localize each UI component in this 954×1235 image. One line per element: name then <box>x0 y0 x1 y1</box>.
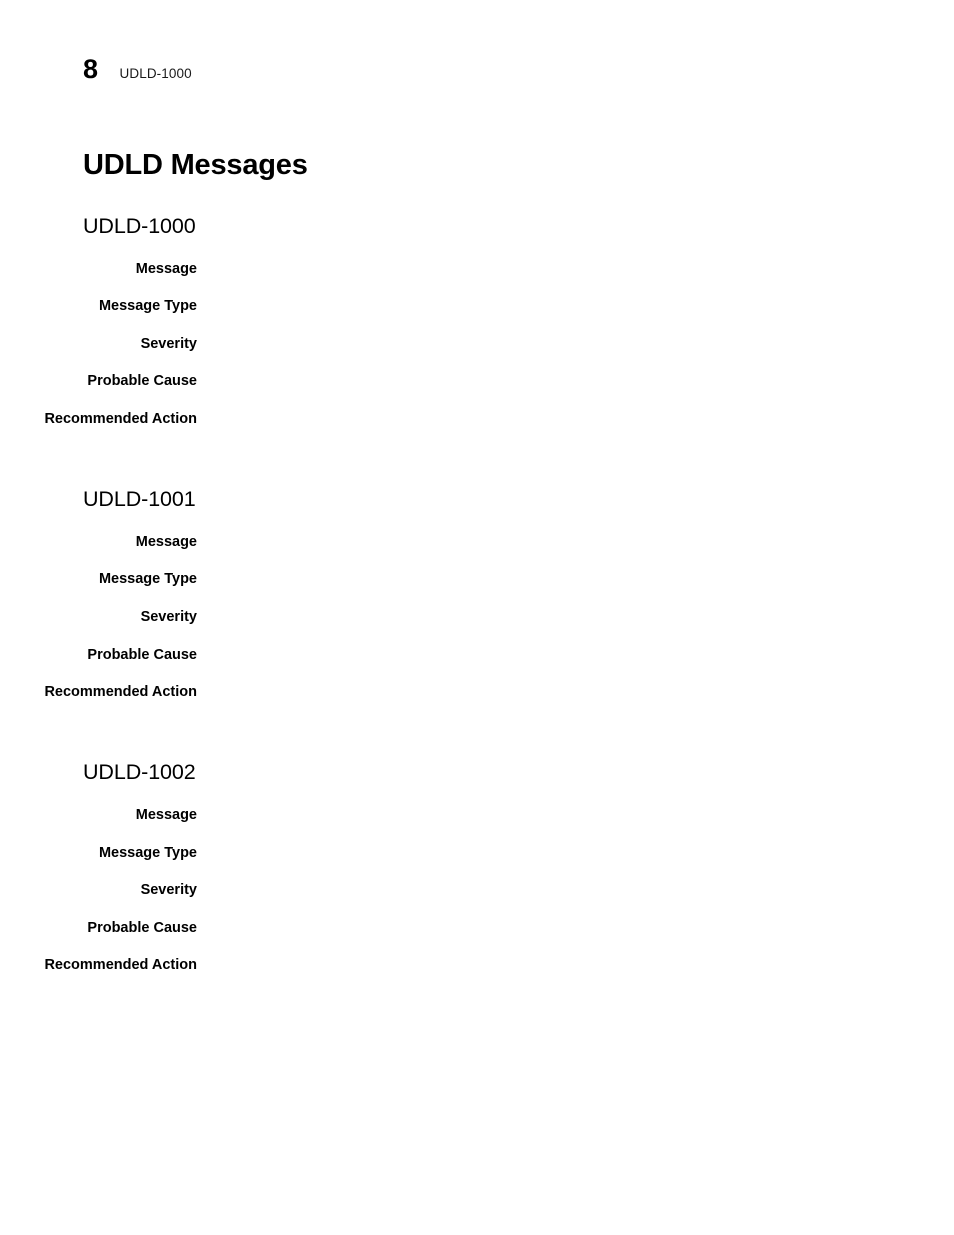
section-heading: UDLD-1000 <box>83 213 196 238</box>
field-list: Message Message Type Severity Probable Caus… <box>0 806 954 975</box>
field-value <box>197 956 954 957</box>
message-sections-container: UDLD-1000 Message Message Type Severity Prob… <box>0 196 954 975</box>
field-value <box>197 683 954 684</box>
field-row: Recommended Action <box>0 956 954 975</box>
section-heading: UDLD-1002 <box>83 760 196 785</box>
field-label: Severity <box>140 335 197 352</box>
field-row: Severity <box>0 881 954 900</box>
field-value <box>197 410 954 411</box>
document-page: 8 UDLD-1000 UDLD Messages UDLD-1000 Messa… <box>0 0 954 1235</box>
field-label: Severity <box>140 882 197 899</box>
page-header: 8 UDLD-1000 <box>83 56 192 83</box>
field-row: Message <box>0 260 954 279</box>
field-label: Probable Cause <box>87 919 197 936</box>
field-row: Recommended Action <box>0 683 954 702</box>
field-row: Severity <box>0 335 954 354</box>
field-value <box>197 608 954 609</box>
field-row: Message Type <box>0 570 954 589</box>
running-header-title: UDLD-1000 <box>119 66 192 81</box>
field-label: Message <box>135 807 197 824</box>
field-label: Recommended Action <box>44 410 197 427</box>
field-row: Message Type <box>0 844 954 863</box>
field-value <box>197 646 954 647</box>
field-label: Message Type <box>98 844 197 861</box>
message-section: UDLD-1000 Message Message Type Severity Prob… <box>0 214 954 428</box>
field-row: Recommended Action <box>0 410 954 429</box>
field-label: Probable Cause <box>87 373 197 390</box>
field-row: Probable Cause <box>0 372 954 391</box>
field-value <box>197 881 954 882</box>
field-value <box>197 533 954 534</box>
field-value <box>197 335 954 336</box>
field-list: Message Message Type Severity Probable Caus… <box>0 533 954 702</box>
section-heading: UDLD-1001 <box>83 487 196 512</box>
field-label: Message Type <box>98 571 197 588</box>
field-row: Severity <box>0 608 954 627</box>
chapter-title: UDLD Messages <box>83 149 308 182</box>
message-section: UDLD-1001 Message Message Type Severity Prob… <box>0 487 954 701</box>
field-value <box>197 919 954 920</box>
field-label: Recommended Action <box>44 957 197 974</box>
field-value <box>197 844 954 845</box>
page-number: 8 <box>83 54 98 84</box>
field-row: Probable Cause <box>0 646 954 665</box>
field-row: Message <box>0 806 954 825</box>
field-value <box>197 570 954 571</box>
field-value <box>197 260 954 261</box>
field-value <box>197 297 954 298</box>
field-value <box>197 372 954 373</box>
field-row: Message Type <box>0 297 954 316</box>
field-label: Severity <box>140 608 197 625</box>
message-section: UDLD-1002 Message Message Type Severity Prob… <box>0 760 954 974</box>
field-row: Message <box>0 533 954 552</box>
field-label: Recommended Action <box>44 684 197 701</box>
field-label: Message Type <box>98 298 197 315</box>
field-row: Probable Cause <box>0 919 954 938</box>
field-label: Message <box>135 260 197 277</box>
field-list: Message Message Type Severity Probable Caus… <box>0 260 954 429</box>
field-value <box>197 806 954 807</box>
field-label: Message <box>135 533 197 550</box>
field-label: Probable Cause <box>87 646 197 663</box>
